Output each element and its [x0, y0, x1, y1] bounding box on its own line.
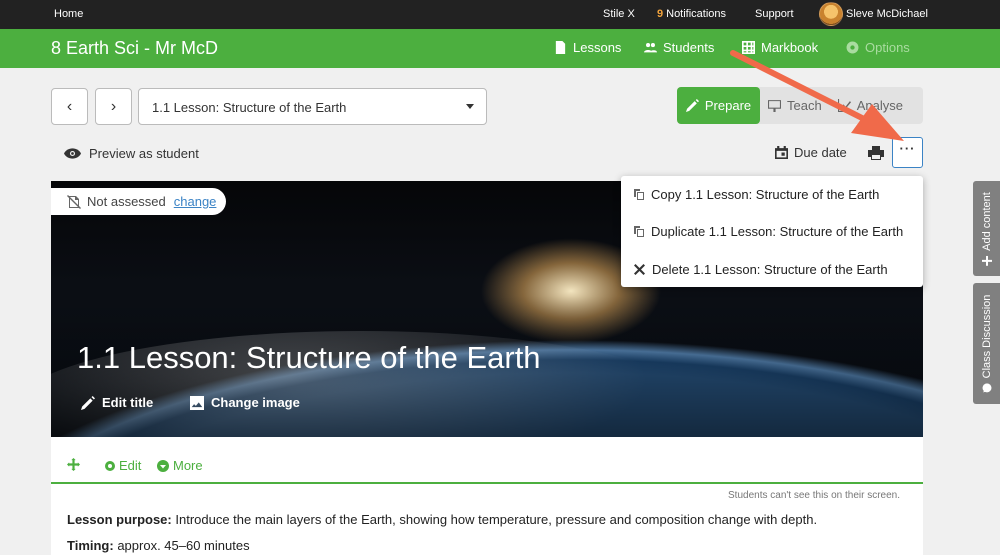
preview-as-student-button[interactable]: Preview as student: [64, 145, 199, 162]
add-content-tab[interactable]: Add content: [973, 181, 1000, 276]
eye-icon: [64, 148, 81, 159]
lesson-select-value: 1.1 Lesson: Structure of the Earth: [152, 100, 347, 115]
course-bar: 8 Earth Sci - Mr McD Lessons Students Ma…: [0, 29, 1000, 68]
lesson-title: 1.1 Lesson: Structure of the Earth: [77, 340, 541, 375]
lesson-timing: Timing: approx. 45–60 minutes: [67, 538, 250, 553]
class-discussion-tab[interactable]: Class Discussion: [973, 283, 1000, 404]
chevron-right-icon: ›: [110, 97, 117, 115]
notification-count: 9: [657, 8, 664, 20]
grid-icon: [742, 41, 755, 54]
top-bar: Home Stile X 9 Notifications Support Slev…: [0, 0, 1000, 29]
more-options-menu: Copy 1.1 Lesson: Structure of the Earth …: [621, 176, 923, 287]
assessment-status: Not assessed change: [51, 188, 226, 215]
menu-item-delete[interactable]: Delete 1.1 Lesson: Structure of the Eart…: [634, 262, 888, 277]
copy-icon: [634, 189, 644, 200]
image-icon: [190, 395, 204, 410]
more-block-button[interactable]: More: [157, 458, 203, 473]
notifications-label: Notifications: [666, 8, 727, 20]
change-image-label: Change image: [211, 395, 300, 410]
lesson-select[interactable]: 1.1 Lesson: Structure of the Earth: [138, 88, 487, 125]
nav-lessons-label: Lessons: [573, 40, 622, 55]
document-icon: [555, 41, 566, 54]
gear-icon: [846, 41, 859, 54]
edit-title-label: Edit title: [102, 395, 154, 410]
change-assessment-link[interactable]: change: [174, 194, 217, 209]
due-date-label: Due date: [794, 145, 847, 160]
user-name[interactable]: Sleve McDichael: [846, 8, 928, 20]
print-button[interactable]: [868, 145, 884, 166]
due-date-button[interactable]: Due date: [775, 145, 847, 160]
close-icon: [634, 264, 645, 275]
nav-options-label: Options: [865, 40, 910, 55]
calendar-icon: [775, 146, 788, 159]
edit-block-button[interactable]: Edit: [104, 458, 141, 473]
mode-prepare-label: Prepare: [704, 98, 752, 113]
notifications-link[interactable]: 9 Notifications: [657, 8, 726, 20]
pencil-icon: [81, 395, 95, 410]
course-title[interactable]: 8 Earth Sci - Mr McD: [51, 38, 218, 59]
more-block-label: More: [173, 458, 203, 473]
nav-markbook[interactable]: Markbook: [742, 40, 818, 55]
assessment-label: Not assessed: [87, 194, 166, 209]
menu-item-copy[interactable]: Copy 1.1 Lesson: Structure of the Earth: [634, 187, 879, 202]
preview-label: Preview as student: [89, 146, 199, 161]
nav-markbook-label: Markbook: [761, 40, 819, 55]
nav-lessons[interactable]: Lessons: [554, 40, 621, 55]
lesson-timing-text: approx. 45–60 minutes: [113, 538, 250, 553]
chevron-left-icon: ‹: [66, 97, 73, 115]
edit-block-label: Edit: [119, 458, 142, 473]
add-content-tab-inner: Add content: [981, 192, 993, 266]
block-toolbar: Edit More: [51, 452, 923, 484]
copy-icon: [634, 226, 644, 237]
move-handle[interactable]: [67, 458, 80, 474]
avatar[interactable]: [819, 2, 843, 26]
menu-item-duplicate-label: Duplicate 1.1 Lesson: Structure of the E…: [651, 224, 904, 239]
lesson-purpose-text: Introduce the main layers of the Earth, …: [171, 512, 818, 527]
printer-icon: [868, 146, 884, 160]
gear-icon: [105, 460, 115, 471]
not-assessed-icon: [67, 194, 81, 209]
menu-item-delete-label: Delete 1.1 Lesson: Structure of the Eart…: [652, 262, 888, 277]
chevron-down-circle-icon: [157, 459, 169, 472]
mode-teach[interactable]: Teach: [760, 87, 830, 124]
class-discussion-label: Class Discussion: [980, 294, 993, 378]
nav-options[interactable]: Options: [846, 40, 910, 55]
mode-analyse[interactable]: Analyse: [830, 87, 911, 124]
pencil-icon: [685, 99, 699, 112]
move-icon: [67, 458, 80, 471]
more-options-button[interactable]: ···: [892, 137, 923, 168]
mode-prepare[interactable]: Prepare: [677, 87, 760, 124]
menu-item-copy-label: Copy 1.1 Lesson: Structure of the Earth: [651, 187, 880, 202]
mode-switcher: Prepare Teach Analyse: [677, 87, 923, 124]
people-icon: [644, 43, 657, 53]
menu-item-duplicate[interactable]: Duplicate 1.1 Lesson: Structure of the E…: [634, 224, 903, 239]
chat-bubble-icon: [982, 382, 991, 392]
support-link[interactable]: Support: [755, 8, 794, 20]
lesson-purpose-label: Lesson purpose:: [67, 512, 172, 527]
lesson-timing-label: Timing:: [67, 538, 114, 553]
caret-down-icon: [466, 104, 474, 109]
home-link[interactable]: Home: [54, 8, 83, 20]
next-lesson-button[interactable]: ›: [95, 88, 132, 125]
nav-students-label: Students: [663, 40, 715, 55]
presentation-icon: [768, 100, 781, 112]
stile-x-link[interactable]: Stile X: [603, 8, 635, 20]
class-discussion-tab-inner: Class Discussion: [981, 294, 993, 393]
nav-students[interactable]: Students: [644, 40, 714, 55]
previous-lesson-button[interactable]: ‹: [51, 88, 88, 125]
edit-title-button[interactable]: Edit title: [81, 395, 153, 410]
add-content-label: Add content: [980, 191, 993, 251]
change-image-button[interactable]: Change image: [190, 395, 300, 410]
mode-analyse-label: Analyse: [856, 98, 903, 113]
chart-icon: [837, 99, 851, 112]
lesson-purpose: Lesson purpose: Introduce the main layer…: [67, 512, 817, 527]
mode-teach-label: Teach: [787, 98, 822, 113]
plus-icon: [981, 255, 992, 266]
teacher-only-note: Students can't see this on their screen.: [728, 490, 901, 501]
ellipsis-icon: ···: [899, 141, 916, 156]
